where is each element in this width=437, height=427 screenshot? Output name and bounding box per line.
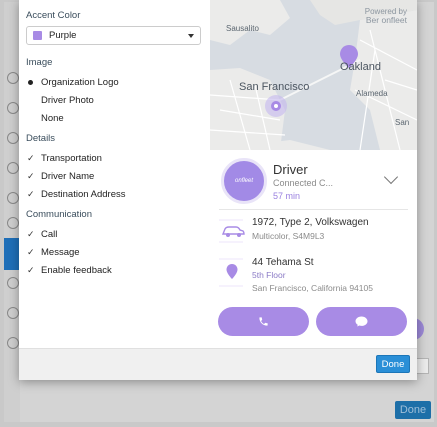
- divider: [219, 209, 408, 210]
- image-group: Image Organization Logo Driver Photo Non…: [26, 57, 203, 127]
- destination-unit: 5th Floor: [252, 270, 286, 280]
- option-label: Enable feedback: [41, 264, 112, 276]
- radio-selected-icon: [28, 79, 33, 85]
- map-label-san: San: [395, 118, 410, 127]
- chevron-down-icon[interactable]: [383, 169, 399, 185]
- tracking-page-settings-modal: Accent Color Purple Image Organization L…: [19, 0, 417, 380]
- details-option-destination-address[interactable]: ✓ Destination Address: [26, 185, 203, 203]
- details-option-transportation[interactable]: ✓ Transportation: [26, 149, 203, 167]
- nav-icon[interactable]: [7, 132, 19, 144]
- nav-icon[interactable]: [7, 162, 19, 174]
- communication-option-call[interactable]: ✓ Call: [26, 225, 203, 243]
- details-option-driver-name[interactable]: ✓ Driver Name: [26, 167, 203, 185]
- call-button[interactable]: [218, 307, 309, 336]
- check-icon: ✓: [27, 170, 35, 181]
- nav-icon[interactable]: [7, 192, 19, 204]
- option-label: Driver Name: [41, 170, 95, 182]
- map[interactable]: Sausalito Oakland San Francisco Alameda …: [210, 0, 417, 150]
- background-nav-rail: [4, 2, 20, 422]
- communication-group: Communication ✓ Call ✓ Message ✓ Enable …: [26, 209, 203, 279]
- modal-footer: Done: [19, 348, 417, 380]
- color-swatch: [33, 31, 42, 40]
- nav-icon[interactable]: [7, 337, 19, 349]
- driver-name: Driver: [273, 162, 308, 177]
- organization-logo: onfleet: [221, 158, 267, 204]
- vehicle-description: 1972, Type 2, Volkswagen: [252, 217, 369, 228]
- vehicle-details: Multicolor, S4M9L3: [252, 231, 325, 241]
- location-pin-icon: [219, 258, 243, 287]
- nav-icon[interactable]: [7, 307, 19, 319]
- nav-icon[interactable]: [7, 102, 19, 114]
- settings-panel: Accent Color Purple Image Organization L…: [19, 0, 210, 348]
- nav-icon[interactable]: [7, 277, 19, 289]
- accent-color-value: Purple: [49, 30, 77, 41]
- details-group: Details ✓ Transportation ✓ Driver Name ✓…: [26, 133, 203, 203]
- communication-option-enable-feedback[interactable]: ✓ Enable feedback: [26, 261, 203, 279]
- image-option-driver-photo[interactable]: Driver Photo: [26, 91, 203, 109]
- option-label: Transportation: [41, 152, 102, 164]
- phone-icon: [259, 317, 268, 326]
- chat-bubble-icon: [355, 316, 368, 327]
- option-label: Call: [41, 228, 58, 240]
- option-label: Driver Photo: [41, 94, 94, 106]
- option-label: Organization Logo: [41, 76, 119, 88]
- vehicle-row: 1972, Type 2, Volkswagen Multicolor, S4M…: [210, 214, 417, 248]
- option-label: Destination Address: [41, 188, 126, 200]
- chevron-down-icon: [188, 33, 194, 38]
- driver-eta: 57 min: [273, 191, 301, 201]
- check-icon: ✓: [27, 228, 35, 239]
- destination-street: 44 Tehama St: [252, 257, 314, 268]
- communication-option-message[interactable]: ✓ Message: [26, 243, 203, 261]
- driver-card: onfleet Driver Connected C... 57 min 197…: [210, 150, 417, 348]
- destination-city: San Francisco, California 94105: [252, 283, 373, 293]
- image-option-none[interactable]: None: [26, 109, 203, 127]
- map-label-san-francisco: San Francisco: [239, 81, 310, 93]
- map-label-oakland: Oakland: [340, 61, 381, 73]
- nav-icon[interactable]: [7, 72, 19, 84]
- check-icon: ✓: [27, 188, 35, 199]
- map-label-sausalito: Sausalito: [226, 24, 259, 33]
- map-label-alameda: Alameda: [356, 89, 388, 98]
- image-heading: Image: [26, 57, 53, 68]
- driver-status: Connected C...: [273, 178, 334, 188]
- nav-icon[interactable]: [7, 217, 19, 229]
- accent-color-select[interactable]: Purple: [26, 26, 201, 45]
- onfleet-logo: Ber onfleet: [365, 15, 407, 25]
- option-label: None: [41, 112, 64, 124]
- destination-row: 44 Tehama St 5th Floor San Francisco, Ca…: [210, 254, 417, 298]
- car-icon: [219, 219, 245, 243]
- background-done-button: Done: [395, 401, 431, 419]
- option-label: Message: [41, 246, 80, 258]
- check-icon: ✓: [27, 152, 35, 163]
- logo-text: onfleet: [234, 178, 253, 184]
- details-heading: Details: [26, 133, 56, 144]
- check-icon: ✓: [27, 246, 35, 257]
- done-button[interactable]: Done: [376, 355, 410, 373]
- message-button[interactable]: [316, 307, 407, 336]
- nav-active-indicator: [4, 238, 20, 270]
- powered-by: Powered by Ber onfleet: [365, 7, 407, 25]
- communication-heading: Communication: [26, 209, 92, 220]
- check-icon: ✓: [27, 264, 35, 275]
- driver-row[interactable]: onfleet Driver Connected C... 57 min: [210, 150, 417, 208]
- tracking-preview: Sausalito Oakland San Francisco Alameda …: [210, 0, 417, 348]
- accent-color-heading: Accent Color: [26, 10, 81, 21]
- image-option-organization-logo[interactable]: Organization Logo: [26, 73, 203, 91]
